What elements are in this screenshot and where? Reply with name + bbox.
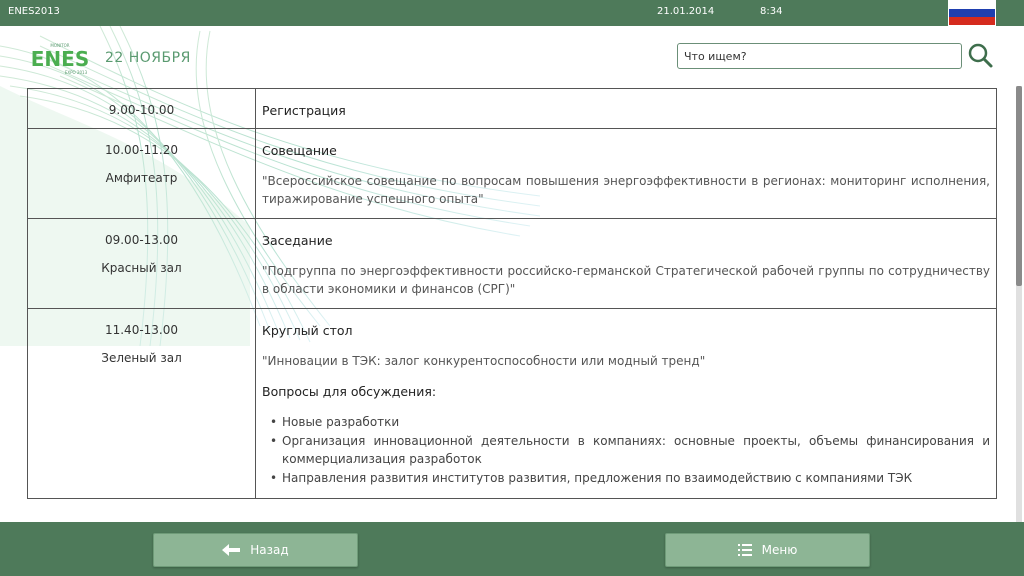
questions-list: Новые разработкиОрганизация инновационно… (262, 413, 990, 487)
time-cell: 10.00-11.20 Амфитеатр (27, 128, 256, 219)
list-icon (737, 544, 752, 556)
enes-logo: MONITOR ENES EXPO 2013 (31, 43, 89, 75)
svg-text:EXPO 2013: EXPO 2013 (65, 70, 88, 75)
description-cell: Заседание "Подгруппа по энергоэффективнос… (255, 218, 997, 309)
back-button-label: Назад (250, 543, 289, 557)
event-place: Красный зал (101, 261, 182, 275)
event-time: 09.00-13.00 (104, 233, 179, 247)
scrollbar[interactable] (1016, 86, 1022, 522)
schedule-table: 9.00-10.00 Регистрация 10.00-11.20 Амфитеат… (27, 88, 997, 499)
page-header: MONITOR ENES EXPO 2013 22 НОЯБРЯ (0, 26, 1024, 86)
event-description: "Всероссийское совещание по вопросам пов… (262, 174, 990, 206)
schedule-row: 10.00-11.20 Амфитеатр Совещание "Всероссийс… (27, 128, 997, 219)
arrow-left-icon (222, 544, 241, 556)
questions-title: Вопросы для обсуждения: (262, 384, 437, 399)
page-title: 22 НОЯБРЯ (105, 50, 191, 66)
time-cell: 09.00-13.00 Красный зал (27, 218, 256, 309)
russia-flag-icon[interactable] (948, 0, 996, 26)
search-input[interactable] (677, 43, 962, 69)
menu-button-label: Меню (761, 543, 798, 557)
event-type: Круглый стол (262, 323, 353, 338)
event-place: Зеленый зал (101, 351, 182, 365)
description-cell: Совещание "Всероссийское совещание по воп… (255, 128, 997, 219)
search-icon[interactable] (966, 41, 994, 69)
event-time: 11.40-13.00 (104, 323, 179, 337)
list-item: Организация инновационной деятельности в… (262, 432, 990, 468)
status-date: 21.01.2014 (657, 6, 715, 17)
time-cell: 11.40-13.00 Зеленый зал (27, 308, 256, 499)
list-item: Новые разработки (262, 413, 990, 431)
svg-text:ENES: ENES (31, 47, 89, 71)
event-type: Совещание (262, 143, 337, 158)
schedule-row: 09.00-13.00 Красный зал Заседание "Подгрупп… (27, 218, 997, 309)
description-cell: Круглый стол "Инновации в ТЭК: залог конк… (255, 308, 997, 499)
event-description: "Подгруппа по энергоэффективности россий… (262, 264, 990, 296)
event-time: 9.00-10.00 (108, 103, 175, 117)
status-time: 8:34 (760, 6, 783, 17)
status-bar: ENES2013 21.01.2014 8:34 (0, 0, 1024, 26)
description-cell: Регистрация (255, 88, 997, 129)
app-name: ENES2013 (8, 6, 60, 17)
event-type: Заседание (262, 233, 333, 248)
schedule-row: 9.00-10.00 Регистрация (27, 88, 997, 129)
event-place: Амфитеатр (105, 171, 178, 185)
menu-button[interactable]: Меню (665, 533, 870, 567)
event-type: Регистрация (262, 103, 346, 118)
event-time: 10.00-11.20 (104, 143, 179, 157)
scrollbar-thumb[interactable] (1016, 86, 1022, 286)
footer-bar: Назад Меню (0, 522, 1024, 576)
time-cell: 9.00-10.00 (27, 88, 256, 129)
event-description: "Инновации в ТЭК: залог конкурентоспособ… (262, 354, 706, 368)
back-button[interactable]: Назад (153, 533, 358, 567)
schedule-row: 11.40-13.00 Зеленый зал Круглый стол "Иннов… (27, 308, 997, 499)
schedule-content[interactable]: 9.00-10.00 Регистрация 10.00-11.20 Амфитеат… (0, 86, 1024, 522)
list-item: Направления развития институтов развития… (262, 469, 990, 487)
